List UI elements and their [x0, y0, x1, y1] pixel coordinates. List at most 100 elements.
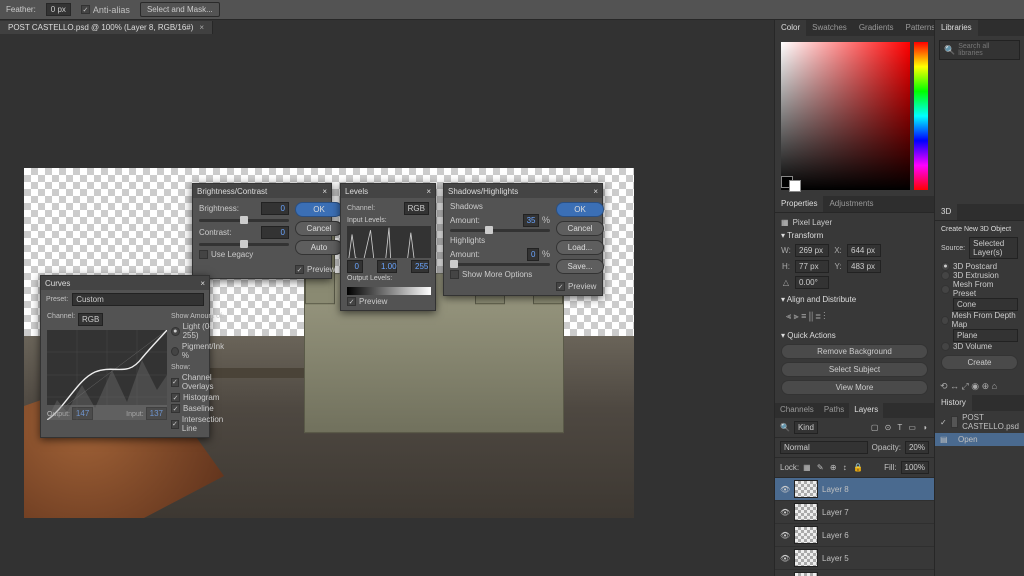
- depth-dropdown[interactable]: Plane: [953, 329, 1018, 342]
- shadows-highlights-dialog[interactable]: Shadows/Highlights× Shadows Amount:35 % …: [443, 183, 603, 296]
- light-radio[interactable]: ●Light (0-255): [171, 322, 225, 340]
- channel-dropdown[interactable]: RGB: [78, 313, 103, 326]
- layer-thumbnail[interactable]: [794, 549, 818, 567]
- mesh-depth-radio[interactable]: Mesh From Depth Map: [941, 311, 1018, 329]
- layer-row[interactable]: 👁 Layer 6: [775, 524, 934, 547]
- paths-tab[interactable]: Paths: [819, 403, 849, 418]
- y-input[interactable]: 483 px: [847, 260, 881, 273]
- blend-mode-dropdown[interactable]: Normal: [780, 441, 868, 454]
- layer-row[interactable]: 👁 Layer 7: [775, 501, 934, 524]
- preview-checkbox[interactable]: ✓Preview: [295, 265, 345, 274]
- align-icons[interactable]: ⫷ ⫸ ≡ ⫼ ≣ ⋮: [781, 308, 928, 325]
- visibility-icon[interactable]: 👁: [780, 554, 790, 563]
- levels-white-input[interactable]: 255: [411, 260, 429, 273]
- sv-square[interactable]: [781, 42, 910, 190]
- brightness-slider[interactable]: [199, 219, 289, 222]
- layer-row[interactable]: 👁Layer 4: [775, 570, 934, 576]
- curves-dialog[interactable]: Curves× Preset: Custom Channel:RGB Outpu…: [40, 275, 210, 438]
- save-button[interactable]: Save...: [556, 259, 604, 274]
- height-input[interactable]: 77 px: [795, 260, 829, 273]
- antialias-checkbox[interactable]: ✓Anti-alias: [81, 5, 130, 15]
- highlights-amount-input[interactable]: 0: [527, 248, 539, 261]
- color-tab[interactable]: Color: [775, 20, 806, 36]
- x-input[interactable]: 644 px: [847, 244, 881, 257]
- show-more-options-checkbox[interactable]: Show More Options: [450, 270, 550, 279]
- layer-name[interactable]: Layer 5: [822, 554, 849, 563]
- create-3d-button[interactable]: Create: [941, 355, 1018, 370]
- cancel-button[interactable]: Cancel: [295, 221, 343, 236]
- view-more-button[interactable]: View More: [781, 380, 928, 395]
- brightness-contrast-dialog[interactable]: Brightness/Contrast× Brightness:0 Contra…: [192, 183, 332, 279]
- shadows-slider[interactable]: [450, 229, 550, 232]
- source-dropdown[interactable]: Selected Layer(s): [969, 237, 1018, 259]
- mesh-preset-radio[interactable]: Mesh From Preset: [941, 280, 1018, 298]
- kind-filter-dropdown[interactable]: Kind: [794, 421, 818, 434]
- ok-button[interactable]: OK: [295, 202, 343, 217]
- close-icon[interactable]: ×: [200, 279, 205, 288]
- pigment-radio[interactable]: Pigment/Ink %: [171, 342, 225, 360]
- use-legacy-checkbox[interactable]: Use Legacy: [199, 250, 289, 259]
- contrast-value[interactable]: 0: [261, 226, 289, 239]
- channels-tab[interactable]: Channels: [775, 403, 819, 418]
- layer-row[interactable]: 👁 Layer 5: [775, 547, 934, 570]
- intersection-checkbox[interactable]: ✓Intersection Line: [171, 415, 225, 433]
- gradients-tab[interactable]: Gradients: [853, 20, 900, 36]
- layer-thumbnail[interactable]: [794, 503, 818, 521]
- fill-input[interactable]: 100%: [901, 461, 929, 474]
- preset-dropdown[interactable]: Custom: [72, 293, 204, 306]
- close-icon[interactable]: ×: [593, 187, 598, 196]
- levels-dialog[interactable]: Levels× Channel:RGB Input Levels: 01.002…: [340, 183, 436, 311]
- layer-thumbnail[interactable]: [794, 526, 818, 544]
- levels-output-gradient[interactable]: [347, 287, 431, 295]
- angle-input[interactable]: 0.00°: [795, 276, 829, 289]
- fg-bg-swatch[interactable]: [781, 176, 801, 192]
- close-icon[interactable]: ×: [199, 23, 204, 32]
- preview-checkbox[interactable]: ✓Preview: [556, 282, 606, 291]
- layer-name[interactable]: Layer 8: [822, 485, 849, 494]
- 3d-extrusion-radio[interactable]: 3D Extrusion: [941, 271, 1018, 280]
- history-document[interactable]: ✓POST CASTELLO.psd: [935, 411, 1024, 433]
- highlights-slider[interactable]: [450, 263, 550, 266]
- lock-icons[interactable]: ▦ ✎ ⊕ ↕ 🔒: [803, 463, 865, 472]
- properties-tab[interactable]: Properties: [775, 196, 823, 212]
- load-button[interactable]: Load...: [556, 240, 604, 255]
- 3d-tool-icons[interactable]: ⟲ ↔ ⤢ ◉ ⊕ ⌂: [935, 378, 1024, 395]
- close-icon[interactable]: ×: [322, 187, 327, 196]
- quick-actions-header[interactable]: ▾ Quick Actions: [781, 331, 928, 340]
- levels-black-input[interactable]: 0: [347, 260, 363, 273]
- layer-name[interactable]: Layer 7: [822, 508, 849, 517]
- auto-button[interactable]: Auto: [295, 240, 343, 255]
- hue-strip[interactable]: [914, 42, 928, 190]
- layer-thumbnail[interactable]: [794, 480, 818, 498]
- contrast-slider[interactable]: [199, 243, 289, 246]
- history-tab[interactable]: History: [935, 395, 972, 411]
- layer-name[interactable]: Layer 6: [822, 531, 849, 540]
- layer-row[interactable]: 👁 Layer 8: [775, 478, 934, 501]
- filter-icons[interactable]: ▢ ⊙ T ▭ ◑: [871, 423, 929, 432]
- preview-checkbox[interactable]: ✓Preview: [347, 297, 429, 306]
- adjustments-tab[interactable]: Adjustments: [823, 196, 879, 212]
- shadows-amount-input[interactable]: 35: [523, 214, 540, 227]
- swatches-tab[interactable]: Swatches: [806, 20, 853, 36]
- layer-thumbnail[interactable]: [794, 572, 818, 576]
- channel-overlays-checkbox[interactable]: ✓Channel Overlays: [171, 373, 225, 391]
- select-and-mask-button[interactable]: Select and Mask...: [140, 2, 220, 17]
- cancel-button[interactable]: Cancel: [556, 221, 604, 236]
- color-picker[interactable]: [775, 36, 934, 196]
- brightness-value[interactable]: 0: [261, 202, 289, 215]
- libraries-tab[interactable]: Libraries: [935, 20, 978, 36]
- 3d-tab[interactable]: 3D: [935, 204, 957, 220]
- close-icon[interactable]: ×: [426, 187, 431, 196]
- visibility-icon[interactable]: 👁: [780, 485, 790, 494]
- levels-gamma-input[interactable]: 1.00: [377, 260, 397, 273]
- feather-input[interactable]: 0 px: [46, 3, 71, 16]
- libraries-search[interactable]: 🔍Search all libraries: [939, 40, 1020, 60]
- visibility-icon[interactable]: 👁: [780, 508, 790, 517]
- visibility-icon[interactable]: 👁: [780, 531, 790, 540]
- select-subject-button[interactable]: Select Subject: [781, 362, 928, 377]
- remove-background-button[interactable]: Remove Background: [781, 344, 928, 359]
- history-step[interactable]: ▤Open: [935, 433, 1024, 446]
- document-tab[interactable]: POST CASTELLO.psd @ 100% (Layer 8, RGB/1…: [0, 21, 213, 34]
- transform-header[interactable]: ▾ Transform: [781, 231, 928, 240]
- histogram-checkbox[interactable]: ✓Histogram: [171, 393, 225, 402]
